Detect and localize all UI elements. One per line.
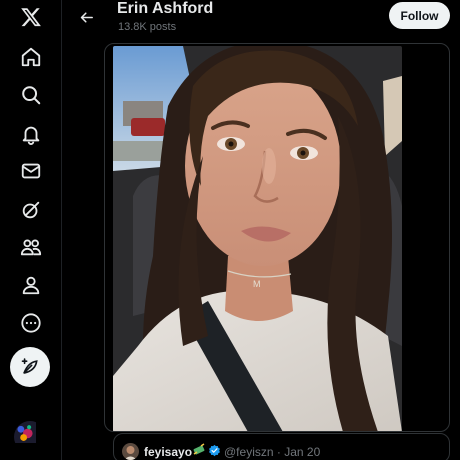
- quote-handle[interactable]: @feyiszn: [224, 445, 274, 459]
- more-icon[interactable]: [11, 306, 51, 340]
- compose-post-icon: [21, 358, 38, 374]
- profile-name: Erin Ashford: [117, 0, 214, 17]
- money-emoji-icon: [192, 443, 206, 457]
- follow-button[interactable]: Follow: [389, 2, 450, 29]
- posts-count: 13.8K posts: [118, 21, 177, 33]
- left-nav-rail: [0, 0, 62, 460]
- post-photo[interactable]: M: [113, 46, 402, 431]
- arrow-left-icon: [80, 11, 93, 23]
- quote-handle-and-date: @feyiszn · Jan 20: [224, 445, 320, 459]
- communities-icon[interactable]: [11, 230, 51, 264]
- profile-icon[interactable]: [11, 268, 51, 302]
- verified-badge-icon: [208, 444, 221, 457]
- account-avatar[interactable]: [14, 421, 46, 453]
- quote-separator: ·: [276, 445, 281, 459]
- search-icon[interactable]: [11, 78, 51, 112]
- home-icon[interactable]: [11, 40, 51, 74]
- x-logo-icon[interactable]: [11, 0, 51, 34]
- quote-author-name[interactable]: feyisayo: [144, 445, 192, 459]
- post-media-card[interactable]: M: [104, 43, 450, 432]
- svg-text:M: M: [253, 279, 261, 289]
- quote-date[interactable]: Jan 20: [284, 445, 320, 459]
- quoted-post[interactable]: feyisayo @feyiszn · Jan 20: [113, 433, 450, 460]
- compose-post-button[interactable]: [10, 347, 50, 387]
- back-button[interactable]: [73, 4, 99, 30]
- quote-avatar[interactable]: [122, 443, 139, 460]
- profile-header: Erin Ashford 13.8K posts Follow: [63, 0, 460, 38]
- bell-icon[interactable]: [11, 117, 51, 151]
- grok-icon[interactable]: [11, 193, 51, 227]
- mail-icon[interactable]: [11, 154, 51, 188]
